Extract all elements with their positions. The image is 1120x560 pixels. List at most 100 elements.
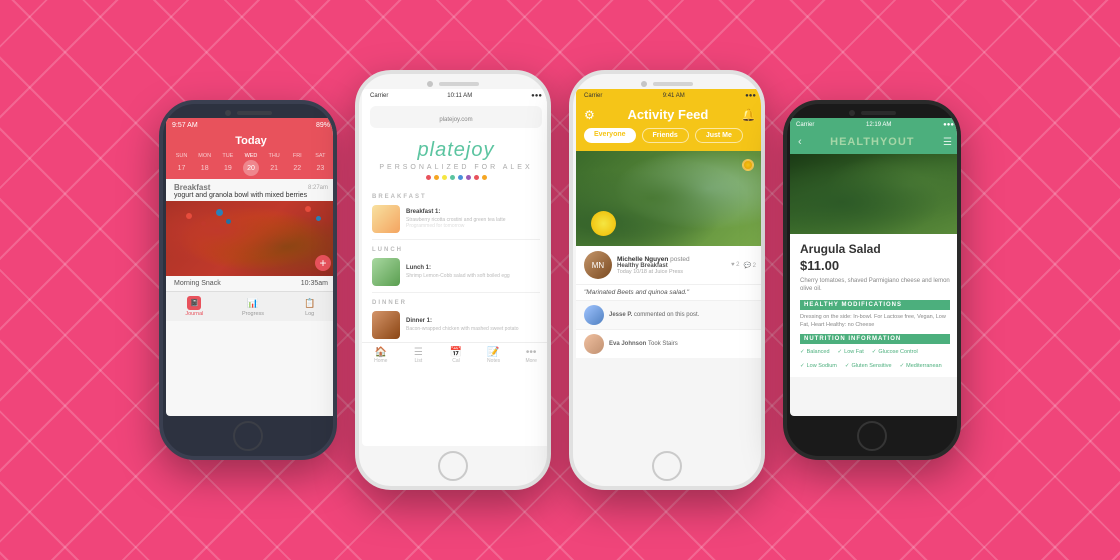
phone-2-time: 10:11 AM xyxy=(447,93,472,99)
phone-3-activity-user: Eva Johnson xyxy=(609,341,648,347)
s1-day-tue: TUE 19 xyxy=(220,153,236,176)
phone-2-dinner-desc: Bacon-wrapped chicken with mashed sweet … xyxy=(406,326,540,332)
phone-3-food-image xyxy=(576,151,764,246)
bell-icon[interactable]: 🔔 xyxy=(741,108,756,122)
phone-3-home-button[interactable] xyxy=(652,451,682,481)
phone-4-modifications-text: Dressing on the side: In-bowl. For Lacto… xyxy=(800,313,950,330)
phone-1-time: 9:57 AM xyxy=(172,122,198,129)
phone-3-activity-row: Eva Johnson Took Stairs xyxy=(576,329,764,358)
phone-3-filter-justme[interactable]: Just Me xyxy=(695,128,743,143)
phone-3-caption: "Marinated Beets and quinoa salad." xyxy=(576,284,764,300)
phone-3-carrier: Carrier xyxy=(584,93,602,99)
phone-3-flower-decoration xyxy=(591,211,616,236)
phone-1-meal-time: 8:27am xyxy=(308,185,328,191)
phone-3-time: 9:41 AM xyxy=(663,93,685,99)
phone-1-home-button[interactable] xyxy=(233,421,263,451)
phone-1-add-button[interactable]: + xyxy=(315,255,331,271)
phone-1-speaker xyxy=(237,111,272,115)
phone-2-tab-notes[interactable]: 📝 Notes xyxy=(487,347,501,364)
phone-1-header: Today xyxy=(166,132,336,151)
phone-1-journal-bar: 📓 Journal 📊 Progress 📋 Log xyxy=(166,291,336,321)
check-icon-3: ✓ xyxy=(872,349,877,355)
phone-2-tab-list[interactable]: ☰ List xyxy=(411,347,425,364)
phone-3-comment-1: Jesse P. commented on this post. xyxy=(576,300,764,329)
s1-day-wed[interactable]: WED 20 xyxy=(243,153,259,176)
phone-4-nutrition-balanced: ✓ Balanced xyxy=(800,349,830,355)
phone-2-brand: platejoy xyxy=(372,139,540,162)
phone-2-home-button[interactable] xyxy=(438,451,468,481)
phone-3-filter-everyone[interactable]: Everyone xyxy=(584,128,636,143)
phone-2-tab-home[interactable]: 🏠 Home xyxy=(374,347,388,364)
phones-container: 9:57 AM 89% Today SUN 17 MON 18 xyxy=(0,0,1120,560)
phone-4-carrier: Carrier xyxy=(796,122,814,128)
phone-1-meal-item: yogurt and granola bowl with mixed berri… xyxy=(174,192,328,199)
phone-4-nutrition-title: NUTRITION INFORMATION xyxy=(800,334,950,344)
phone-2-status-bar: Carrier 10:11 AM ●●● xyxy=(362,89,550,103)
phone-2-dinner-label: DINNER xyxy=(362,296,550,308)
phone-4-price: $11.00 xyxy=(800,258,950,273)
s1-day-thu: THU 21 xyxy=(266,153,282,176)
phone-2-carrier: Carrier xyxy=(370,93,388,99)
phone-4-food-image xyxy=(790,154,960,234)
phone-1-status-bar: 9:57 AM 89% xyxy=(166,118,336,132)
phone-3-comment-1-avatar xyxy=(584,305,604,325)
phone-1-battery: 89% xyxy=(316,122,330,129)
log-icon: 📋 xyxy=(303,296,317,310)
phone-1-food-image: + xyxy=(166,201,336,276)
s1-day-sun: SUN 17 xyxy=(174,153,190,176)
phone-4-app-title: HEALTHYOUT xyxy=(802,136,943,148)
phone-4-description: Cherry tomatoes, shaved Parmigiano chees… xyxy=(800,277,950,294)
phone-2-subtitle: PERSONALIZED FOR ALEX xyxy=(372,164,540,171)
phone-4-nutrition-glucose: ✓ Glucose Control xyxy=(872,349,918,355)
phone-2-url: platejoy.com xyxy=(439,117,472,123)
phone-2-dinner-thumb xyxy=(372,311,400,339)
phone-3-header: ⚙ Activity Feed 🔔 xyxy=(576,103,764,128)
more-icon: ••• xyxy=(524,347,538,357)
phone-2-url-bar[interactable]: platejoy.com xyxy=(370,106,542,128)
check-icon-4: ✓ xyxy=(800,363,805,369)
home-icon: 🏠 xyxy=(374,347,388,357)
s1-day-mon: MON 18 xyxy=(197,153,213,176)
phone-4-nutrition-med: ✓ Mediterranean xyxy=(900,363,942,369)
phone-2-camera xyxy=(427,81,433,87)
phone-3-filter-bar: Everyone Friends Just Me xyxy=(576,128,764,151)
phone-1-tab-progress[interactable]: 📊 Progress xyxy=(242,296,264,317)
phone-1-morning-snack: Morning Snack 10:35am xyxy=(166,276,336,291)
list-icon: ☰ xyxy=(411,347,425,357)
phone-1-snack-time: 10:35am xyxy=(301,280,328,287)
phone-2-lunch-title: Lunch 1: xyxy=(406,265,540,273)
phone-3-title: Activity Feed xyxy=(595,107,741,122)
phone-1-weekdays: SUN 17 MON 18 TUE 19 WED 20 xyxy=(166,151,336,179)
phone-3-filter-friends[interactable]: Friends xyxy=(642,128,689,143)
phone-4-modifications-title: HEALTHY MODIFICATIONS xyxy=(800,300,950,310)
gear-icon[interactable]: ⚙ xyxy=(584,108,595,122)
phone-2-dinner-title: Dinner 1: xyxy=(406,318,540,326)
check-icon-6: ✓ xyxy=(900,363,905,369)
phone-1-title: Today xyxy=(235,135,267,147)
phone-1-tab-journal[interactable]: 📓 Journal xyxy=(185,296,203,317)
phone-2-dinner-row: Dinner 1: Bacon-wrapped chicken with mas… xyxy=(362,308,550,342)
phone-2-bottom-bar: 🏠 Home ☰ List 📅 Cal 📝 Notes xyxy=(362,342,550,368)
phone-4-content: Arugula Salad $11.00 Cherry tomatoes, sh… xyxy=(790,234,960,377)
phone-3: Carrier 9:41 AM ●●● ⚙ Activity Feed 🔔 Ev… xyxy=(569,70,765,490)
phone-3-post-username: Michelle Nguyen posted xyxy=(617,256,726,263)
phone-2-lunch-thumb xyxy=(372,258,400,286)
phone-2-breakfast-title: Breakfast 1: xyxy=(406,209,540,217)
phone-4-nutrition-sodium: ✓ Low Sodium xyxy=(800,363,837,369)
phone-4-time: 12:19 AM xyxy=(866,122,891,128)
phone-2: Carrier 10:11 AM ●●● platejoy.com platej… xyxy=(355,70,551,490)
phone-4-home-button[interactable] xyxy=(857,421,887,451)
phone-2-tab-calendar[interactable]: 📅 Cal xyxy=(449,347,463,364)
phone-4-status-bar: Carrier 12:19 AM ●●● xyxy=(790,118,960,132)
phone-1-meal-section: Breakfast 8:27am yogurt and granola bowl… xyxy=(166,179,336,201)
phone-3-activity-avatar xyxy=(584,334,604,354)
check-icon-2: ✓ xyxy=(838,349,843,355)
phone-2-breakfast-thumb xyxy=(372,205,400,233)
phone-2-tab-more[interactable]: ••• More xyxy=(524,347,538,364)
phone-2-speaker xyxy=(439,82,479,86)
phone-4-menu-icon[interactable]: ☰ xyxy=(943,137,952,148)
phone-4-speaker xyxy=(861,111,896,115)
phone-1-tab-log[interactable]: 📋 Log xyxy=(303,296,317,317)
phone-3-camera xyxy=(641,81,647,87)
phone-3-post-avatar: MN xyxy=(584,251,612,279)
